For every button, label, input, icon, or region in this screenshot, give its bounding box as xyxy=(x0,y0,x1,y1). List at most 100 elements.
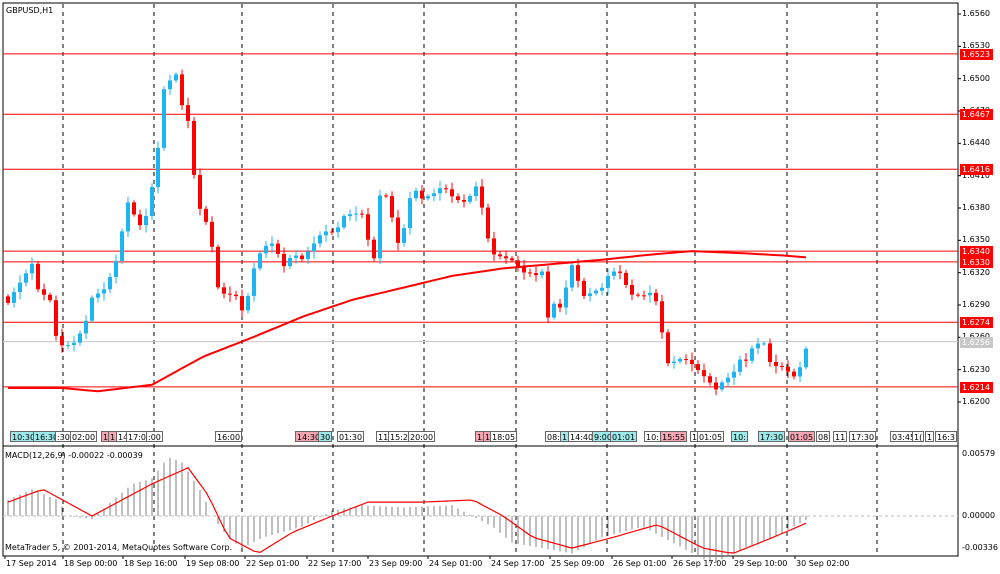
candle-body xyxy=(390,196,394,218)
event-tag[interactable]: 01:05 xyxy=(788,431,816,442)
event-tag[interactable]: 1 xyxy=(925,431,935,442)
candle xyxy=(66,341,70,350)
candle-body xyxy=(132,202,136,215)
candle-body xyxy=(588,293,592,296)
event-tag[interactable]: 17:30 xyxy=(758,431,786,442)
event-tag[interactable]: 15:55 xyxy=(660,431,688,442)
candle xyxy=(564,280,568,315)
candle-body xyxy=(594,290,598,294)
candle-body xyxy=(240,296,244,311)
candle xyxy=(630,279,634,301)
event-tag[interactable]: 10: xyxy=(731,431,748,442)
candle-body xyxy=(84,320,88,334)
event-tag[interactable]: 02:00 xyxy=(70,431,98,442)
candle xyxy=(216,244,220,290)
level-price-tag: 1.6214 xyxy=(960,381,993,393)
candle-body xyxy=(174,74,178,81)
candle-body xyxy=(24,273,28,283)
candle-body xyxy=(738,359,742,372)
event-tag[interactable]: 01:01 xyxy=(610,431,638,442)
chart-canvas[interactable] xyxy=(0,0,1000,574)
event-tag[interactable]: 1( xyxy=(912,431,925,442)
candle xyxy=(36,260,40,293)
candle xyxy=(84,315,88,339)
candle-body xyxy=(186,105,190,121)
candle xyxy=(618,265,622,280)
candle xyxy=(210,216,214,253)
candle xyxy=(288,254,292,270)
time-axis-label: 24 Sep 01:00 xyxy=(429,559,483,568)
time-axis-label: 26 Sep 17:00 xyxy=(673,559,727,568)
candle-body xyxy=(336,227,340,233)
price-axis-tick: 1.6380 xyxy=(962,203,990,212)
candle-body xyxy=(366,214,370,240)
candle xyxy=(750,345,754,364)
candle-body xyxy=(414,190,418,199)
candle-body xyxy=(720,382,724,390)
candle xyxy=(612,267,616,280)
candle xyxy=(54,295,58,341)
price-axis-tick: 1.6290 xyxy=(962,300,990,309)
candle xyxy=(252,262,256,302)
candle xyxy=(672,355,676,369)
candle xyxy=(474,181,478,201)
event-tag[interactable]: 17:30 xyxy=(849,431,877,442)
time-axis-label: 17 Sep 2014 xyxy=(6,559,57,568)
candle-body xyxy=(294,255,298,258)
candle-body xyxy=(474,186,478,197)
event-tag[interactable]: 30 xyxy=(318,431,333,442)
candle-body xyxy=(564,287,568,308)
candle xyxy=(552,301,556,320)
event-tag[interactable]: :00 xyxy=(146,431,163,442)
candle xyxy=(144,208,148,233)
candle xyxy=(6,294,10,306)
candle xyxy=(174,72,178,83)
candle xyxy=(726,372,730,388)
candle-body xyxy=(318,235,322,244)
copyright-label: MetaTrader 5, © 2001-2014, MetaQuotes So… xyxy=(5,543,233,552)
candle-body xyxy=(792,371,796,377)
candle-body xyxy=(480,186,484,208)
candle xyxy=(18,275,22,300)
candle-body xyxy=(804,348,808,368)
candle xyxy=(126,196,130,237)
candle xyxy=(24,269,28,287)
event-tag[interactable]: 20:00 xyxy=(408,431,436,442)
candle-body xyxy=(378,195,382,259)
candle xyxy=(450,182,454,203)
candle-body xyxy=(120,231,124,261)
candle xyxy=(168,74,172,95)
event-tag[interactable]: 16:00 xyxy=(215,431,243,442)
event-tag[interactable]: 11 xyxy=(833,431,848,442)
candle-body xyxy=(216,246,220,288)
macd-axis-max: 0.00579 xyxy=(962,449,996,458)
candle xyxy=(714,376,718,396)
candle xyxy=(378,189,382,264)
candle xyxy=(270,236,274,254)
candle xyxy=(414,187,418,202)
time-axis-label: 18 Sep 00:00 xyxy=(64,559,118,568)
candle-body xyxy=(396,217,400,243)
event-tag[interactable]: 10: xyxy=(644,431,661,442)
event-tag[interactable]: 18:05 xyxy=(490,431,518,442)
candle xyxy=(42,283,46,301)
candle xyxy=(696,360,700,374)
candle xyxy=(264,241,268,259)
event-tag[interactable]: 14:40 xyxy=(568,431,596,442)
event-tag[interactable]: 16:3 xyxy=(935,431,957,442)
event-tag[interactable]: 15:2 xyxy=(388,431,410,442)
candle-body xyxy=(606,275,610,288)
candle-body xyxy=(144,215,148,226)
event-tag[interactable]: 01:30 xyxy=(337,431,365,442)
candle xyxy=(570,261,574,292)
event-tag[interactable]: 08 xyxy=(816,431,831,442)
candle xyxy=(186,97,190,129)
time-axis-label: 19 Sep 08:00 xyxy=(186,559,240,568)
event-tag[interactable]: 01:05 xyxy=(697,431,725,442)
candle-body xyxy=(312,243,316,252)
candle xyxy=(72,336,76,352)
candle-body xyxy=(282,253,286,267)
candle xyxy=(354,206,358,222)
candle xyxy=(90,295,94,323)
current-price-tag: 1.6256 xyxy=(960,336,993,348)
